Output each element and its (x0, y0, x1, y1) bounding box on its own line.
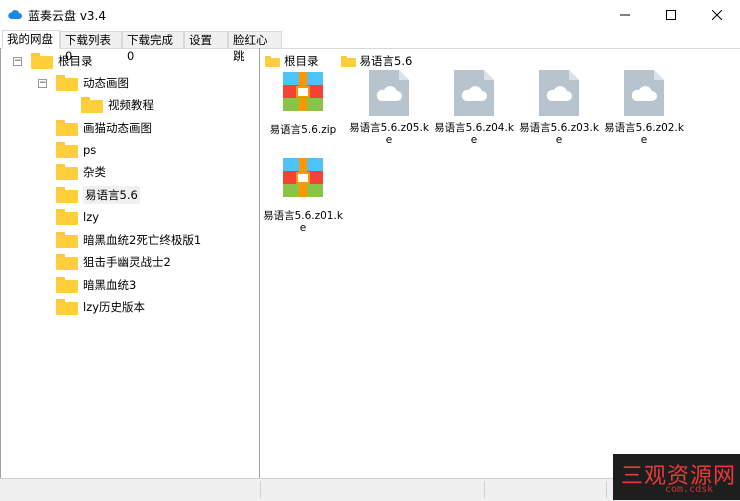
tree-item-label: ps (83, 143, 97, 157)
folder-icon (56, 120, 78, 136)
file-list-pane[interactable]: 根目录 易语言5.6 易语言5.6.zip 易语言5.6.z05.ke 易语言5… (261, 48, 740, 478)
tree-item[interactable]: 画猫动态画图 (56, 118, 152, 138)
folder-icon (81, 97, 103, 113)
tree-item-label: 根目录 (58, 54, 93, 68)
tree-item-label: lzy历史版本 (83, 300, 146, 314)
tab-blush[interactable]: 脸红心跳 (228, 31, 282, 63)
file-item[interactable]: 易语言5.6.z04.ke (434, 70, 514, 146)
tab-download-list[interactable]: 下载列表0 (60, 31, 122, 63)
breadcrumb-item[interactable]: 易语言5.6 (340, 53, 413, 69)
breadcrumb-label: 根目录 (284, 54, 319, 68)
tab-settings[interactable]: 设置 (184, 31, 228, 48)
tree-item-label: 杂类 (83, 165, 106, 179)
archive-icon (283, 158, 323, 197)
tree-item[interactable]: 暗黑血统2死亡终极版1 (56, 230, 201, 250)
folder-icon (31, 53, 53, 69)
tree-item[interactable]: lzy (56, 207, 99, 227)
tree-item-label: 易语言5.6 (83, 186, 140, 204)
title-bar: 蓝奏云盘 v3.4 (0, 0, 740, 30)
tree-item[interactable]: 根目录 (31, 51, 93, 71)
minimize-icon (620, 14, 630, 16)
cloud-file-icon (624, 70, 664, 116)
file-name: 易语言5.6.z01.ke (263, 210, 343, 234)
status-segment (262, 481, 485, 498)
tree-item[interactable]: ps (56, 140, 96, 160)
folder-icon (56, 299, 78, 315)
folder-icon (56, 254, 78, 270)
file-item[interactable]: 易语言5.6.z05.ke (349, 70, 429, 146)
tab-download-complete[interactable]: 下载完成0 (122, 31, 184, 63)
folder-icon (56, 209, 78, 225)
watermark-logo: 三观资源网 com.cdsk (613, 454, 740, 500)
file-item[interactable]: 易语言5.6.z01.ke (263, 158, 343, 234)
window-title: 蓝奏云盘 v3.4 (28, 9, 107, 23)
tree-item[interactable]: 动态画图 (56, 73, 129, 93)
tab-bar: 我的网盘 下载列表0 下载完成0 设置 脸红心跳 (0, 30, 740, 63)
file-item[interactable]: 易语言5.6.zip (263, 72, 343, 136)
breadcrumb: 根目录 易语言5.6 (265, 53, 424, 69)
cloud-file-icon (454, 70, 494, 116)
folder-icon (340, 55, 356, 67)
file-name: 易语言5.6.z03.ke (519, 122, 599, 146)
tree-item[interactable]: 视频教程 (81, 95, 154, 115)
tree-item-label: 狙击手幽灵战士2 (83, 255, 171, 269)
folder-icon (56, 142, 78, 158)
archive-icon (283, 72, 323, 111)
breadcrumb-item[interactable]: 根目录 (265, 53, 319, 69)
cloud-file-icon (539, 70, 579, 116)
close-button[interactable] (694, 0, 740, 30)
file-item[interactable]: 易语言5.6.z03.ke (519, 70, 599, 146)
watermark-subtext: com.cdsk (665, 484, 714, 495)
tree-item-selected[interactable]: 易语言5.6 (56, 185, 140, 205)
file-item[interactable]: 易语言5.6.z02.ke (604, 70, 684, 146)
status-segment (0, 481, 261, 498)
maximize-button[interactable] (648, 0, 694, 30)
folder-icon (56, 75, 78, 91)
folder-icon (56, 187, 78, 203)
tree-item-label: 动态画图 (83, 76, 129, 90)
tree-item-label: 暗黑血统3 (83, 278, 137, 292)
collapse-icon[interactable]: − (13, 57, 22, 66)
tree-item-label: 视频教程 (108, 98, 154, 112)
tree-item-label: lzy (83, 210, 100, 224)
collapse-icon[interactable]: − (38, 79, 47, 88)
close-icon (712, 10, 722, 20)
tree-item[interactable]: 暗黑血统3 (56, 275, 136, 295)
minimize-button[interactable] (602, 0, 648, 30)
file-name: 易语言5.6.zip (269, 124, 337, 136)
folder-icon (56, 232, 78, 248)
folder-tree[interactable]: − 根目录 − 动态画图 视频教程 画猫动态画图 ps 杂类 易语言5.6 lz… (0, 48, 260, 478)
status-segment (486, 481, 607, 498)
tree-item[interactable]: 杂类 (56, 162, 106, 182)
cloud-file-icon (369, 70, 409, 116)
breadcrumb-label: 易语言5.6 (359, 54, 413, 68)
file-name: 易语言5.6.z05.ke (349, 122, 429, 146)
folder-icon (265, 55, 280, 67)
folder-icon (56, 277, 78, 293)
tree-item-label: 暗黑血统2死亡终极版1 (83, 233, 202, 247)
tab-my-disk[interactable]: 我的网盘 (2, 30, 60, 49)
file-name: 易语言5.6.z04.ke (434, 122, 514, 146)
file-name: 易语言5.6.z02.ke (604, 122, 684, 146)
tree-item[interactable]: lzy历史版本 (56, 297, 145, 317)
tree-item[interactable]: 狙击手幽灵战士2 (56, 252, 171, 272)
cloud-icon (8, 10, 22, 19)
maximize-icon (666, 10, 676, 20)
folder-icon (56, 164, 78, 180)
tree-item-label: 画猫动态画图 (83, 121, 152, 135)
